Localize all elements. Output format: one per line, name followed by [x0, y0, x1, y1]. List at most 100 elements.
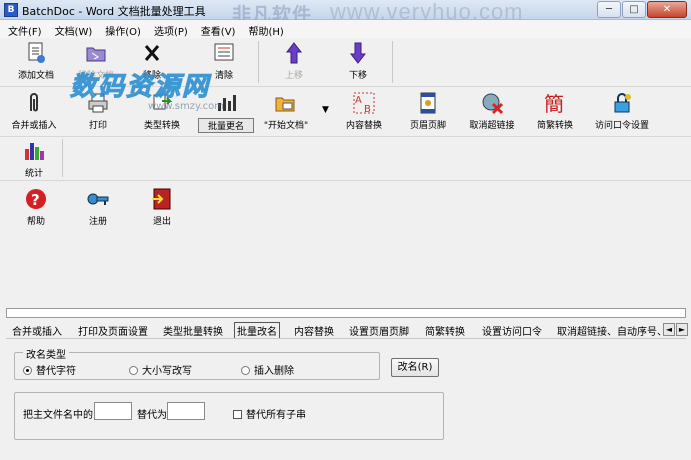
rename-type-legend: 改名类型: [23, 346, 69, 361]
rename-type-group: 改名类型 替代字符 大小写改写 插入删除: [14, 346, 380, 380]
rename-button[interactable]: 改名(R): [391, 358, 439, 377]
bar-chart-icon: [22, 139, 46, 163]
stats-button[interactable]: 统计: [6, 139, 62, 179]
tab-access-password[interactable]: 设置访问口令: [482, 323, 542, 338]
title-bar: B BatchDoc - Word 文档批量处理工具 非凡软件 www.very…: [0, 0, 691, 26]
content-replace-label: 内容替换: [345, 121, 382, 131]
menu-help[interactable]: 帮助(H): [240, 20, 288, 38]
tab-type-convert[interactable]: 类型批量转换: [163, 323, 223, 338]
radio-insert-delete-label: 插入删除: [254, 366, 294, 377]
start-doc-label: "开始文档": [263, 121, 309, 131]
replace-text-input[interactable]: [167, 402, 205, 420]
window-title: BatchDoc - Word 文档批量处理工具: [22, 5, 206, 18]
replace-all-checkbox[interactable]: 替代所有子串: [233, 406, 306, 421]
toolbar-row-3: 统计: [0, 137, 691, 181]
help-button[interactable]: ? 帮助: [8, 187, 64, 227]
key-icon: [86, 187, 110, 211]
tab-batch-rename[interactable]: 批量改名: [234, 322, 280, 338]
stats-label: 统计: [24, 169, 43, 179]
print-label: 打印: [88, 121, 107, 131]
globe-unlink-icon: [480, 91, 504, 115]
menu-bar: 文件(F) 文档(W) 操作(O) 选项(P) 查看(V) 帮助(H): [0, 20, 691, 38]
radio-replace-char-label: 替代字符: [36, 366, 76, 377]
register-button[interactable]: 注册: [70, 187, 126, 227]
toolbar-row-4: ? 帮助 注册 退出: [0, 181, 691, 231]
header-footer-label: 页眉页脚: [409, 121, 446, 131]
move-down-label: 下移: [348, 71, 367, 81]
svg-text:簡: 簡: [544, 92, 564, 115]
add-document-icon: [24, 41, 48, 65]
watermark-url-mid: www.smzy.com: [148, 101, 225, 112]
tab-merge-insert[interactable]: 合并或插入: [12, 323, 62, 338]
move-up-button[interactable]: 上移: [266, 41, 322, 81]
find-text-input[interactable]: [94, 402, 132, 420]
access-password-button[interactable]: 访问口令设置: [590, 91, 654, 131]
content-replace-button[interactable]: AB 内容替换: [336, 91, 392, 131]
move-up-label: 上移: [284, 71, 303, 81]
svg-text:?: ?: [31, 191, 40, 209]
replace-with-label: 替代为: [137, 410, 167, 421]
type-convert-label: 类型转换: [143, 121, 180, 131]
tab-trad-simp[interactable]: 简繁转换: [425, 323, 465, 338]
add-doc-label: 添加文档: [17, 71, 54, 81]
tab-scroll-left[interactable]: ◄: [663, 323, 675, 336]
merge-insert-label: 合并或插入: [11, 121, 57, 131]
tab-header-footer[interactable]: 设置页眉页脚: [349, 323, 409, 338]
menu-file[interactable]: 文件(F): [0, 20, 47, 38]
menu-options[interactable]: 选项(P): [146, 20, 193, 38]
arrow-up-icon: [282, 41, 306, 65]
radio-dot: [129, 366, 138, 375]
paperclip-icon: [22, 91, 46, 115]
trad-simp-label: 简繁转换: [536, 121, 573, 131]
watermark-logo: 数码资源网: [69, 72, 211, 103]
start-doc-dropdown-arrow[interactable]: ▼: [322, 105, 329, 115]
lock-key-icon: [610, 91, 634, 115]
tab-scroll-right[interactable]: ►: [676, 323, 688, 336]
prefix-label: 把主文件名中的: [23, 410, 93, 421]
help-label: 帮助: [26, 217, 45, 227]
checkbox-box: [233, 410, 242, 419]
document-list[interactable]: [6, 308, 686, 318]
exit-button[interactable]: 退出: [134, 187, 190, 227]
trad-simp-button[interactable]: 簡 简繁转换: [527, 91, 583, 131]
menu-view[interactable]: 查看(V): [193, 20, 241, 38]
radio-dot-selected: [23, 366, 32, 375]
register-label: 注册: [88, 217, 107, 227]
minimize-button[interactable]: ─: [597, 1, 621, 18]
restore-button[interactable]: □: [622, 1, 646, 18]
menu-operation[interactable]: 操作(O): [97, 20, 146, 38]
tab-remove-hyperlink[interactable]: 取消超链接、自动序号、: [557, 323, 661, 338]
folder-document-icon: [84, 41, 108, 65]
help-icon: ?: [24, 187, 48, 211]
radio-dot: [241, 366, 250, 375]
replace-all-label: 替代所有子串: [246, 410, 306, 421]
start-doc-button[interactable]: "开始文档": [258, 91, 314, 131]
exit-door-icon: [150, 187, 174, 211]
arrow-down-icon: [346, 41, 370, 65]
clear-list-icon: [212, 41, 236, 65]
move-down-button[interactable]: 下移: [330, 41, 386, 81]
remove-hyperlink-button[interactable]: 取消超链接: [464, 91, 520, 131]
app-icon: B: [4, 3, 18, 17]
header-footer-icon: [416, 91, 440, 115]
replace-ab-icon: AB: [352, 91, 376, 115]
x-delete-icon: [140, 41, 164, 65]
tab-print-page-setup[interactable]: 打印及页面设置: [78, 323, 148, 338]
header-footer-button[interactable]: 页眉页脚: [400, 91, 456, 131]
svg-text:A: A: [355, 95, 362, 106]
replace-settings-group: 把主文件名中的 替代为 替代所有子串: [14, 392, 444, 440]
tab-content-replace[interactable]: 内容替换: [294, 323, 334, 338]
radio-insert-delete[interactable]: 插入删除: [241, 362, 294, 377]
merge-insert-button[interactable]: 合并或插入: [6, 91, 62, 131]
radio-case-change-label: 大小写改写: [142, 366, 192, 377]
access-password-label: 访问口令设置: [594, 121, 649, 131]
remove-hyperlink-label: 取消超链接: [469, 121, 515, 131]
batch-rename-label: 批量更名: [198, 118, 254, 133]
tab-strip: 合并或插入 打印及页面设置 类型批量转换 批量改名 内容替换 设置页眉页脚 简繁…: [0, 322, 691, 339]
close-button[interactable]: ✕: [647, 1, 687, 18]
radio-case-change[interactable]: 大小写改写: [129, 362, 192, 377]
add-doc-button[interactable]: 添加文档: [8, 41, 64, 81]
radio-replace-char[interactable]: 替代字符: [23, 362, 76, 377]
menu-document[interactable]: 文档(W): [47, 20, 98, 38]
folder-open-icon: [274, 91, 298, 115]
